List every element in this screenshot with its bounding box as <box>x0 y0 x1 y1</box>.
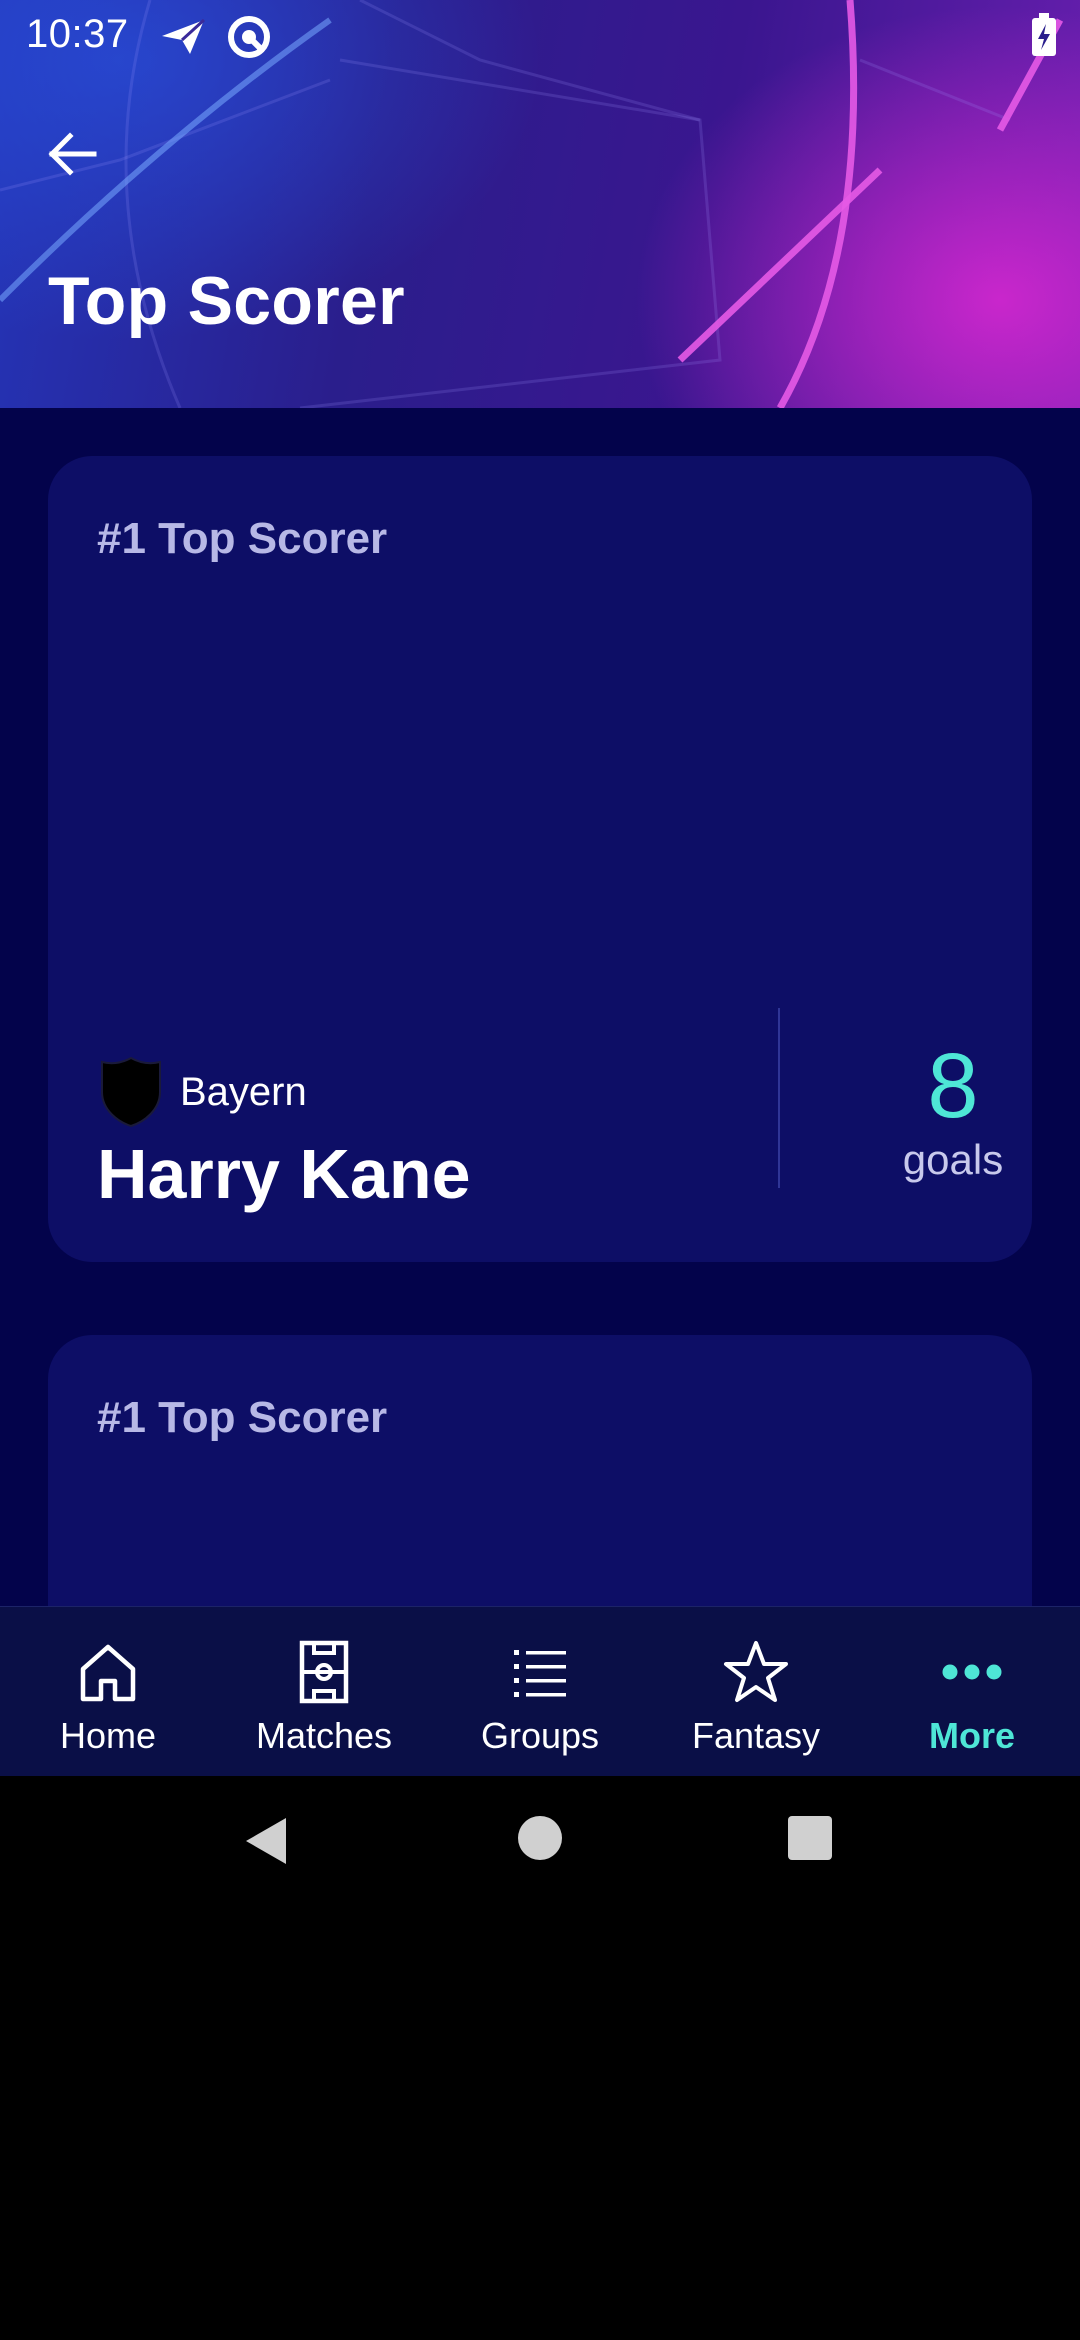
arrow-left-icon <box>48 132 97 176</box>
card-heading: #1 Top Scorer <box>97 514 388 563</box>
more-dots-icon <box>937 1637 1007 1707</box>
stat-divider <box>778 1008 780 1188</box>
bottom-nav: Home Matches Groups Fantasy More <box>0 1606 1080 1776</box>
goals-label: goals <box>902 1136 1004 1183</box>
nav-item-matches[interactable]: Matches <box>216 1607 432 1777</box>
back-button[interactable] <box>36 118 108 190</box>
nav-item-more[interactable]: More <box>864 1607 1080 1777</box>
system-nav-bar <box>0 1776 1080 1920</box>
page-title: Top Scorer <box>48 263 405 339</box>
header: 10:37 Top Scorer <box>0 0 1080 408</box>
nav-label: Home <box>59 1715 157 1756</box>
send-notification-icon <box>162 18 206 54</box>
status-bar: 10:37 <box>0 0 1080 72</box>
goals-count: 8 <box>927 1035 979 1137</box>
club-crest-icon <box>101 1056 161 1128</box>
status-time: 10:37 <box>26 12 129 56</box>
battery-charging-icon <box>1032 13 1056 56</box>
top-scorer-card[interactable]: #1 Top Scorer Bayern Harry Kane 8 goals <box>48 456 1032 1262</box>
star-icon <box>721 1637 791 1707</box>
home-icon <box>73 1637 143 1707</box>
card-heading: #1 Top Scorer <box>97 1393 388 1442</box>
system-back-icon[interactable] <box>242 1814 290 1868</box>
nav-label: Fantasy <box>691 1715 821 1756</box>
club-name: Bayern <box>180 1069 307 1114</box>
nav-label: Groups <box>480 1715 600 1756</box>
scorer-list[interactable]: #1 Top Scorer Bayern Harry Kane 8 goals … <box>0 408 1080 1606</box>
vpn-status-icon <box>228 16 270 58</box>
top-scorer-card[interactable]: #1 Top Scorer <box>48 1335 1032 1606</box>
nav-item-home[interactable]: Home <box>0 1607 216 1777</box>
nav-label: Matches <box>255 1715 393 1756</box>
player-name: Harry Kane <box>97 1135 471 1213</box>
club-row: Bayern <box>100 1056 307 1128</box>
nav-item-groups[interactable]: Groups <box>432 1607 648 1777</box>
system-recents-icon[interactable] <box>786 1814 834 1862</box>
nav-item-fantasy[interactable]: Fantasy <box>648 1607 864 1777</box>
nav-label: More <box>928 1715 1015 1756</box>
system-home-icon[interactable] <box>516 1814 564 1862</box>
pitch-icon <box>289 1637 359 1707</box>
list-icon <box>505 1637 575 1707</box>
